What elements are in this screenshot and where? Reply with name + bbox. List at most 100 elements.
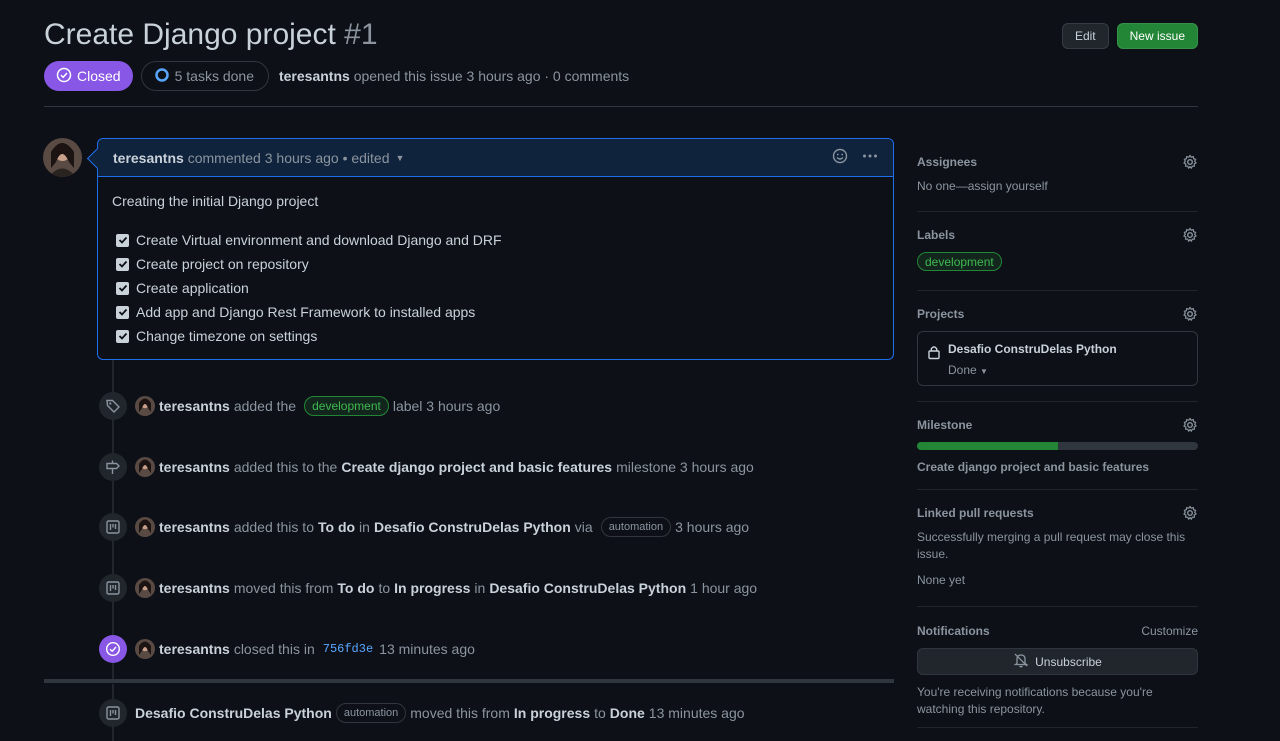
bell-slash-icon — [1013, 652, 1029, 671]
checkbox-checked[interactable] — [116, 233, 129, 247]
sidebar-notifications: Notifications Customize Unsubscribe You'r… — [917, 607, 1198, 728]
sidebar-heading: Projects — [917, 306, 1198, 322]
assign-yourself-link[interactable]: No one—assign yourself — [917, 178, 1198, 195]
task-item: Change timezone on settings — [112, 324, 879, 348]
check-circle-icon — [99, 635, 127, 663]
avatar[interactable] — [135, 517, 155, 537]
smiley-icon[interactable] — [832, 148, 848, 167]
event-text: in — [359, 519, 370, 535]
task-label: Change timezone on settings — [136, 328, 318, 344]
gear-icon[interactable] — [1182, 505, 1198, 521]
timeline-event-project-add: teresantns added this to To do in Desafio Co… — [99, 513, 749, 541]
commit-sha-link[interactable]: 756fd3e — [323, 642, 373, 656]
event-text: 3 hours ago — [675, 519, 750, 535]
checkbox-checked[interactable] — [116, 329, 129, 343]
timeline-event-project-move: teresantns moved this from To do to In progr… — [99, 574, 761, 602]
sidebar-heading: Linked pull requests — [917, 505, 1198, 521]
customize-link[interactable]: Customize — [1141, 624, 1198, 638]
unsubscribe-label: Unsubscribe — [1035, 654, 1102, 669]
avatar[interactable] — [135, 639, 155, 659]
project-link[interactable]: Desafio ConstruDelas Python — [135, 705, 332, 721]
unsubscribe-button[interactable]: Unsubscribe — [917, 648, 1198, 675]
avatar[interactable] — [43, 138, 82, 177]
event-text: added this to the — [233, 459, 338, 475]
project-card[interactable]: Desafio ConstruDelas Python Done ▼ — [917, 331, 1198, 386]
comment-text: Creating the initial Django project — [112, 193, 319, 209]
sidebar-labels: Labels development — [917, 212, 1198, 291]
sidebar-milestone: Milestone Create django project and basi… — [917, 402, 1198, 490]
issue-author-link[interactable]: teresantns — [279, 68, 350, 84]
issue-title: Create Django project #1 — [44, 18, 378, 52]
chevron-down-icon: ▼ — [980, 367, 988, 376]
status-badge: Closed — [44, 61, 133, 91]
event-text: moved this from — [410, 705, 510, 721]
linked-prs-value: None yet — [917, 573, 966, 587]
task-item: Create project on repository — [112, 252, 879, 276]
comment-header: teresantns commented 3 hours ago • edite… — [98, 139, 893, 177]
task-label: Create application — [136, 280, 249, 296]
event-actor[interactable]: teresantns — [159, 398, 230, 414]
issue-meta: teresantns opened this issue 3 hours ago… — [279, 68, 629, 84]
event-text: to — [594, 705, 606, 721]
task-item: Add app and Django Rest Framework to ins… — [112, 300, 879, 324]
gear-icon[interactable] — [1182, 227, 1198, 243]
notifications-heading: Notifications — [917, 624, 990, 638]
column-name: Done — [609, 705, 645, 721]
linked-prs-heading[interactable]: Linked pull requests — [917, 506, 1034, 520]
column-name: To do — [317, 519, 356, 535]
tasks-label: 5 tasks done — [174, 68, 254, 84]
label-development[interactable]: development — [304, 396, 389, 416]
milestone-name[interactable]: Create django project and basic features — [917, 460, 1198, 474]
tasks-progress[interactable]: 5 tasks done — [140, 61, 269, 91]
checkbox-checked[interactable] — [116, 257, 129, 271]
event-actor[interactable]: teresantns — [159, 580, 230, 596]
event-text: 13 minutes ago — [379, 641, 475, 657]
kebab-horizontal-icon[interactable] — [862, 148, 878, 167]
event-text: moved this from — [233, 580, 334, 596]
assignees-heading[interactable]: Assignees — [917, 155, 977, 169]
milestone-link[interactable]: Create django project and basic features — [341, 459, 612, 475]
notifications-desc: You're receiving notifications because y… — [917, 685, 1153, 716]
timeline-event-milestone: teresantns added this to the Create django… — [99, 453, 758, 481]
issue-header: Create Django project #1 Edit New issue … — [44, 16, 1198, 107]
gear-icon[interactable] — [1182, 306, 1198, 322]
tag-icon — [99, 392, 127, 420]
project-link[interactable]: Desafio ConstruDelas Python — [489, 580, 686, 596]
sidebar-heading: Milestone — [917, 417, 1198, 433]
chevron-down-icon[interactable]: ▼ — [396, 153, 405, 163]
checkbox-checked[interactable] — [116, 281, 129, 295]
comment-body: Creating the initial Django project Crea… — [98, 177, 893, 364]
event-actor[interactable]: teresantns — [159, 519, 230, 535]
event-actor[interactable]: teresantns — [159, 459, 230, 475]
event-actor[interactable]: teresantns — [159, 641, 230, 657]
avatar[interactable] — [135, 578, 155, 598]
gear-icon[interactable] — [1182, 417, 1198, 433]
labels-heading[interactable]: Labels — [917, 228, 955, 242]
project-link[interactable]: Desafio ConstruDelas Python — [374, 519, 571, 535]
edit-button[interactable]: Edit — [1061, 23, 1109, 49]
task-item: Create application — [112, 276, 879, 300]
sidebar-heading: Assignees — [917, 154, 1198, 170]
avatar[interactable] — [135, 457, 155, 477]
new-issue-button[interactable]: New issue — [1116, 23, 1198, 49]
checkbox-checked[interactable] — [116, 305, 129, 319]
label-development[interactable]: development — [917, 252, 1002, 271]
project-icon — [99, 513, 127, 541]
sidebar-projects: Projects Desafio ConstruDelas Python Don… — [917, 291, 1198, 402]
projects-heading[interactable]: Projects — [917, 307, 964, 321]
timeline-event-bot-move: Desafio ConstruDelas Python automation mov… — [99, 699, 749, 727]
avatar[interactable] — [135, 396, 155, 416]
milestone-heading[interactable]: Milestone — [917, 418, 972, 432]
event-text: via — [574, 519, 593, 535]
status-label: Closed — [77, 68, 121, 84]
comment-author[interactable]: teresantns — [113, 150, 184, 166]
task-item: Create Virtual environment and download … — [112, 228, 879, 252]
issue-number: #1 — [344, 18, 378, 51]
timeline-event-label: teresantns added the development label 3 ho… — [99, 392, 500, 420]
sidebar-heading: Labels — [917, 227, 1198, 243]
event-text: added the — [233, 398, 297, 414]
gear-icon[interactable] — [1182, 154, 1198, 170]
project-name[interactable]: Desafio ConstruDelas Python — [948, 342, 1117, 356]
project-status-dropdown[interactable]: Done ▼ — [948, 363, 988, 377]
issue-sidebar: Assignees No one—assign yourself Labels … — [917, 140, 1198, 728]
